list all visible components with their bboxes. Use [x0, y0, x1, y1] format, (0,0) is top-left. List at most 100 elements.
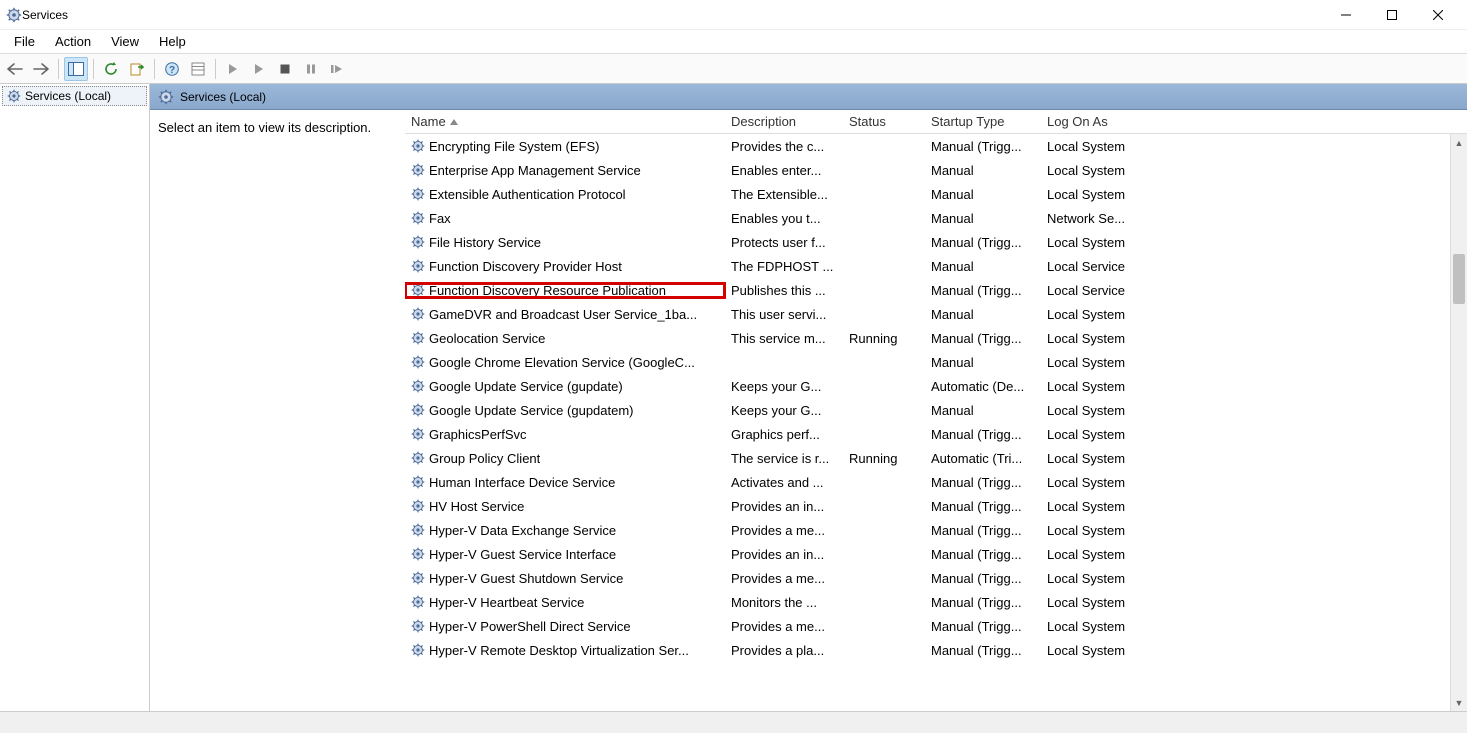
- menu-action[interactable]: Action: [45, 32, 101, 51]
- stop-service-button[interactable]: [273, 57, 297, 81]
- service-name: Google Update Service (gupdate): [429, 379, 623, 394]
- service-row[interactable]: Hyper-V PowerShell Direct ServiceProvide…: [405, 614, 1467, 638]
- service-row[interactable]: Group Policy ClientThe service is r...Ru…: [405, 446, 1467, 470]
- service-name: Encrypting File System (EFS): [429, 139, 600, 154]
- service-row[interactable]: Function Discovery Resource Publication P…: [405, 278, 1467, 302]
- gear-icon: [411, 379, 425, 393]
- service-name: Enterprise App Management Service: [429, 163, 641, 178]
- list-header: Name Description Status Startup Type Log…: [405, 110, 1467, 134]
- service-row[interactable]: HV Host ServiceProvides an in...Manual (…: [405, 494, 1467, 518]
- restart-service-button[interactable]: [325, 57, 349, 81]
- gear-icon: [411, 139, 425, 153]
- column-startup[interactable]: Startup Type: [925, 110, 1041, 133]
- gear-icon: [411, 619, 425, 633]
- service-row[interactable]: Enterprise App Management ServiceEnables…: [405, 158, 1467, 182]
- service-name: Group Policy Client: [429, 451, 540, 466]
- scroll-down-icon[interactable]: ▼: [1451, 694, 1467, 711]
- service-startup: Manual: [925, 355, 1041, 370]
- play-icon: [227, 63, 239, 75]
- service-row[interactable]: Extensible Authentication Protocol The Ex…: [405, 182, 1467, 206]
- menu-file[interactable]: File: [4, 32, 45, 51]
- show-hide-tree-button[interactable]: [64, 57, 88, 81]
- service-description: Provides a me...: [725, 619, 843, 634]
- service-row[interactable]: Hyper-V Remote Desktop Virtualization Se…: [405, 638, 1467, 662]
- service-startup: Manual (Trigg...: [925, 283, 1041, 298]
- service-logon: Local System: [1041, 619, 1181, 634]
- back-button[interactable]: [3, 57, 27, 81]
- service-row[interactable]: Hyper-V Heartbeat Service Monitors the ..…: [405, 590, 1467, 614]
- service-description: Enables you t...: [725, 211, 843, 226]
- help-button[interactable]: ?: [160, 57, 184, 81]
- service-row[interactable]: Google Chrome Elevation Service (GoogleC…: [405, 350, 1467, 374]
- service-logon: Local System: [1041, 547, 1181, 562]
- gear-icon: [411, 523, 425, 537]
- service-description: Keeps your G...: [725, 379, 843, 394]
- maximize-button[interactable]: [1369, 0, 1415, 30]
- menu-help[interactable]: Help: [149, 32, 196, 51]
- service-row[interactable]: Geolocation ServiceThis service m...Runn…: [405, 326, 1467, 350]
- gear-icon: [411, 403, 425, 417]
- service-startup: Manual (Trigg...: [925, 427, 1041, 442]
- menu-view[interactable]: View: [101, 32, 149, 51]
- status-bar: [0, 711, 1467, 733]
- service-row[interactable]: File History ServiceProtects user f...Ma…: [405, 230, 1467, 254]
- service-description: Monitors the ...: [725, 595, 843, 610]
- gear-icon: [411, 571, 425, 585]
- service-description: This user servi...: [725, 307, 843, 322]
- refresh-icon: [104, 62, 118, 76]
- scroll-thumb[interactable]: [1453, 254, 1465, 304]
- service-startup: Automatic (De...: [925, 379, 1041, 394]
- service-description: The Extensible...: [725, 187, 843, 202]
- service-description: Publishes this ...: [725, 283, 843, 298]
- column-description[interactable]: Description: [725, 110, 843, 133]
- column-logon[interactable]: Log On As: [1041, 110, 1181, 133]
- pause-service-button[interactable]: [299, 57, 323, 81]
- service-row[interactable]: Hyper-V Guest Shutdown ServiceProvides a…: [405, 566, 1467, 590]
- tree-pane: Services (Local): [0, 84, 150, 711]
- service-list: Name Description Status Startup Type Log…: [405, 110, 1467, 711]
- service-row[interactable]: Hyper-V Data Exchange ServiceProvides a …: [405, 518, 1467, 542]
- service-row[interactable]: Function Discovery Provider HostThe FDPH…: [405, 254, 1467, 278]
- service-name: Hyper-V Data Exchange Service: [429, 523, 616, 538]
- service-row[interactable]: Encrypting File System (EFS)Provides the…: [405, 134, 1467, 158]
- service-startup: Manual (Trigg...: [925, 139, 1041, 154]
- service-description: Protects user f...: [725, 235, 843, 250]
- service-row[interactable]: GraphicsPerfSvcGraphics perf...Manual (T…: [405, 422, 1467, 446]
- service-logon: Local System: [1041, 307, 1181, 322]
- service-startup: Manual: [925, 307, 1041, 322]
- export-icon: [130, 62, 144, 76]
- tree-root-item[interactable]: Services (Local): [2, 86, 147, 106]
- scroll-up-icon[interactable]: ▲: [1451, 134, 1467, 151]
- service-row[interactable]: FaxEnables you t...ManualNetwork Se...: [405, 206, 1467, 230]
- content-header: Services (Local): [150, 84, 1467, 110]
- service-name: Extensible Authentication Protocol: [429, 187, 626, 202]
- export-list-button[interactable]: [125, 57, 149, 81]
- gear-icon: [411, 163, 425, 177]
- gear-icon: [158, 89, 174, 105]
- column-name[interactable]: Name: [405, 110, 725, 133]
- gear-icon: [411, 355, 425, 369]
- properties-button[interactable]: [186, 57, 210, 81]
- service-name: Function Discovery Resource Publication: [429, 283, 666, 298]
- minimize-button[interactable]: [1323, 0, 1369, 30]
- service-row[interactable]: Google Update Service (gupdatem)Keeps yo…: [405, 398, 1467, 422]
- service-row[interactable]: GameDVR and Broadcast User Service_1ba..…: [405, 302, 1467, 326]
- service-row[interactable]: Human Interface Device ServiceActivates …: [405, 470, 1467, 494]
- column-status[interactable]: Status: [843, 110, 925, 133]
- service-startup: Manual: [925, 187, 1041, 202]
- service-logon: Local System: [1041, 643, 1181, 658]
- start-service-alt-button[interactable]: [247, 57, 271, 81]
- gear-icon: [411, 259, 425, 273]
- service-logon: Local System: [1041, 163, 1181, 178]
- forward-button[interactable]: [29, 57, 53, 81]
- service-name: Human Interface Device Service: [429, 475, 615, 490]
- service-row[interactable]: Google Update Service (gupdate) Keeps you…: [405, 374, 1467, 398]
- service-row[interactable]: Hyper-V Guest Service InterfaceProvides …: [405, 542, 1467, 566]
- gear-icon: [411, 595, 425, 609]
- close-button[interactable]: [1415, 0, 1461, 30]
- refresh-button[interactable]: [99, 57, 123, 81]
- vertical-scrollbar[interactable]: ▲ ▼: [1450, 134, 1467, 711]
- service-name: Hyper-V Heartbeat Service: [429, 595, 584, 610]
- start-service-button[interactable]: [221, 57, 245, 81]
- gear-icon: [411, 451, 425, 465]
